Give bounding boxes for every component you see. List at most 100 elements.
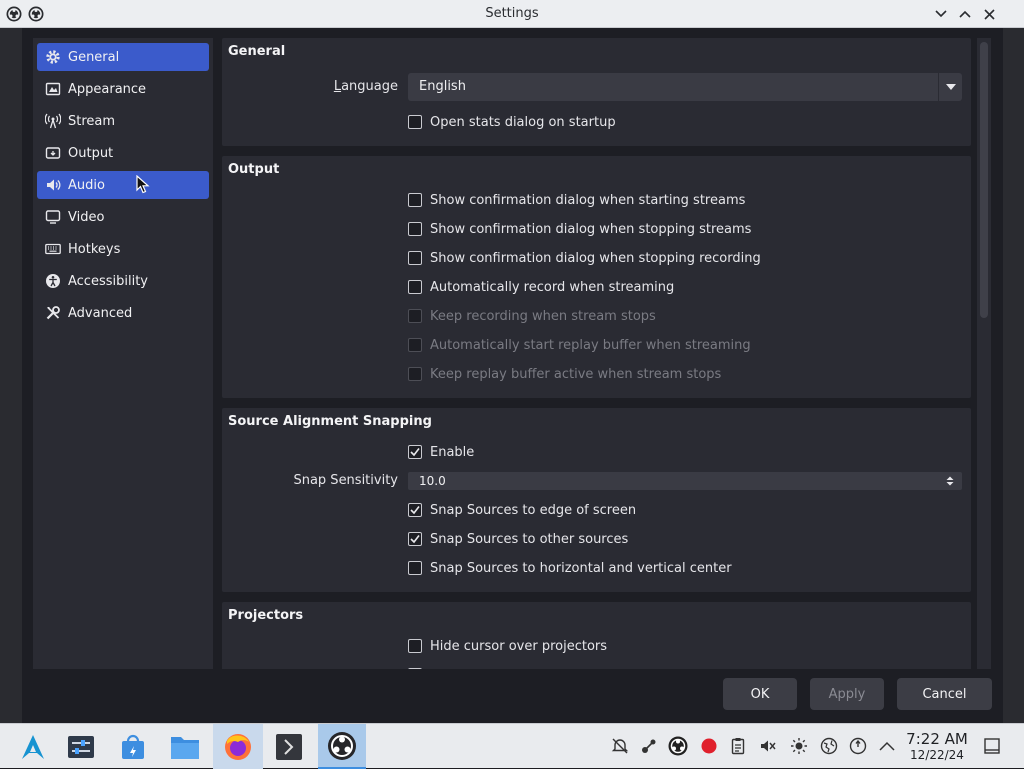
stats-on-startup-checkbox[interactable]: Open stats dialog on startup bbox=[408, 111, 616, 133]
snapping-group: Source Alignment Snapping Enable Snap Se… bbox=[222, 408, 971, 592]
sidebar-item-general[interactable]: General bbox=[37, 43, 209, 71]
auto-record-checkbox[interactable]: Automatically record when streaming bbox=[408, 276, 674, 298]
clock-date: 12/22/24 bbox=[910, 748, 964, 762]
maximize-button[interactable] bbox=[954, 3, 976, 25]
show-desktop-icon[interactable] bbox=[982, 736, 1002, 756]
checkbox-label: Keep replay buffer active when stream st… bbox=[430, 366, 722, 382]
mouse-cursor-icon bbox=[136, 175, 150, 194]
close-icon bbox=[983, 8, 995, 20]
checkbox-label: Show confirmation dialog when stopping s… bbox=[430, 221, 752, 237]
appearance-icon bbox=[44, 80, 62, 98]
checkbox-box[interactable] bbox=[408, 668, 422, 669]
checkbox-box[interactable] bbox=[408, 532, 422, 546]
window-title: Settings bbox=[485, 6, 539, 21]
checkbox-box[interactable] bbox=[408, 445, 422, 459]
taskbar-obs[interactable] bbox=[318, 724, 366, 769]
language-value: English bbox=[419, 79, 466, 94]
chevron-down-icon bbox=[938, 73, 962, 101]
spin-arrows-icon[interactable] bbox=[938, 472, 962, 490]
sidebar-item-video[interactable]: Video bbox=[37, 203, 209, 231]
language-label: Language bbox=[333, 79, 398, 94]
snap-sensitivity-label: Snap Sensitivity bbox=[293, 473, 398, 488]
close-button[interactable] bbox=[978, 3, 1000, 25]
confirm-stop-streams-checkbox[interactable]: Show confirmation dialog when stopping s… bbox=[408, 218, 751, 240]
taskbar-software-store[interactable] bbox=[110, 724, 156, 769]
recording-indicator-icon[interactable] bbox=[699, 736, 719, 756]
confirm-stop-recording-checkbox[interactable]: Show confirmation dialog when stopping r… bbox=[408, 247, 761, 269]
network-icon[interactable] bbox=[819, 736, 839, 756]
brightness-icon[interactable] bbox=[789, 736, 809, 756]
snapping-enable-checkbox[interactable]: Enable bbox=[408, 441, 474, 463]
window-titlebar: Settings bbox=[0, 0, 1024, 28]
antenna-icon bbox=[44, 112, 62, 130]
apply-button[interactable]: Apply bbox=[810, 678, 884, 710]
cancel-button[interactable]: Cancel bbox=[897, 678, 992, 710]
kdeconnect-icon[interactable] bbox=[639, 736, 659, 756]
snap-edge-checkbox[interactable]: Snap Sources to edge of screen bbox=[408, 499, 636, 521]
checkmark-icon bbox=[410, 506, 420, 515]
sidebar-item-label: Video bbox=[68, 209, 105, 225]
language-select[interactable]: English bbox=[408, 73, 962, 101]
sidebar-item-output[interactable]: Output bbox=[37, 139, 209, 167]
projector-option-checkbox[interactable] bbox=[408, 664, 430, 669]
taskbar-terminal[interactable] bbox=[266, 724, 312, 769]
clock[interactable]: 7:22 AM 12/22/24 bbox=[900, 731, 974, 763]
speaker-icon bbox=[44, 176, 62, 194]
sidebar-item-stream[interactable]: Stream bbox=[37, 107, 209, 135]
checkbox-box[interactable] bbox=[408, 193, 422, 207]
snapping-group-title: Source Alignment Snapping bbox=[228, 414, 432, 429]
snap-center-checkbox[interactable]: Snap Sources to horizontal and vertical … bbox=[408, 557, 732, 579]
sidebar-item-label: Hotkeys bbox=[68, 241, 121, 257]
checkbox-label: Automatically start replay buffer when s… bbox=[430, 337, 751, 353]
background-window-right bbox=[1003, 28, 1024, 723]
checkbox-label: Show confirmation dialog when stopping r… bbox=[430, 250, 761, 266]
app-launcher-button[interactable] bbox=[10, 724, 56, 769]
checkbox-label: Keep recording when stream stops bbox=[430, 308, 656, 324]
sidebar-item-label: Stream bbox=[68, 113, 116, 129]
tray-expand-chevron-up-icon[interactable] bbox=[877, 736, 897, 756]
volume-muted-icon[interactable] bbox=[758, 736, 778, 756]
obs-icon bbox=[328, 731, 356, 760]
checkbox-box[interactable] bbox=[408, 561, 422, 575]
checkbox-label: Snap Sources to edge of screen bbox=[430, 502, 637, 518]
general-group-title: General bbox=[228, 44, 286, 59]
taskbar: 7:22 AM 12/22/24 bbox=[0, 723, 1024, 769]
sidebar-item-appearance[interactable]: Appearance bbox=[37, 75, 209, 103]
checkbox-box[interactable] bbox=[408, 251, 422, 265]
notifications-disabled-icon[interactable] bbox=[610, 736, 630, 756]
projectors-group-title: Projectors bbox=[228, 608, 304, 623]
sidebar-item-advanced[interactable]: Advanced bbox=[37, 299, 209, 327]
general-group: General Language English Open stats dial… bbox=[222, 38, 971, 146]
gear-icon bbox=[44, 48, 62, 66]
checkbox-box bbox=[408, 367, 422, 381]
snap-other-sources-checkbox[interactable]: Snap Sources to other sources bbox=[408, 528, 628, 550]
checkbox-box[interactable] bbox=[408, 503, 422, 517]
system-settings-icon bbox=[68, 735, 94, 758]
settings-sidebar: General Appearance Stream Output Audio V… bbox=[33, 38, 213, 669]
minimize-button[interactable] bbox=[930, 3, 952, 25]
snap-sensitivity-spinbox[interactable]: 10.0 bbox=[408, 472, 962, 490]
checkbox-box[interactable] bbox=[408, 639, 422, 653]
clipboard-icon[interactable] bbox=[728, 736, 748, 756]
taskbar-firefox[interactable] bbox=[213, 724, 263, 769]
hide-cursor-checkbox[interactable]: Hide cursor over projectors bbox=[408, 635, 607, 657]
checkbox-box[interactable] bbox=[408, 115, 422, 129]
sidebar-item-audio[interactable]: Audio bbox=[37, 171, 209, 199]
checkbox-box bbox=[408, 309, 422, 323]
checkbox-label: Hide cursor over projectors bbox=[430, 638, 608, 654]
checkbox-box[interactable] bbox=[408, 222, 422, 236]
taskbar-settings-app[interactable] bbox=[58, 724, 104, 769]
updates-icon[interactable] bbox=[848, 736, 868, 756]
sidebar-item-accessibility[interactable]: Accessibility bbox=[37, 267, 209, 295]
settings-content: General Language English Open stats dial… bbox=[218, 38, 972, 669]
checkbox-box[interactable] bbox=[408, 280, 422, 294]
ok-button[interactable]: OK bbox=[723, 678, 797, 710]
content-scrollbar[interactable] bbox=[977, 38, 991, 669]
scrollbar-thumb[interactable] bbox=[980, 42, 988, 318]
monitor-icon bbox=[44, 208, 62, 226]
confirm-start-streams-checkbox[interactable]: Show confirmation dialog when starting s… bbox=[408, 189, 745, 211]
output-icon bbox=[44, 144, 62, 162]
sidebar-item-hotkeys[interactable]: Hotkeys bbox=[37, 235, 209, 263]
obs-tray-icon[interactable] bbox=[668, 736, 688, 756]
taskbar-file-manager[interactable] bbox=[162, 724, 208, 769]
